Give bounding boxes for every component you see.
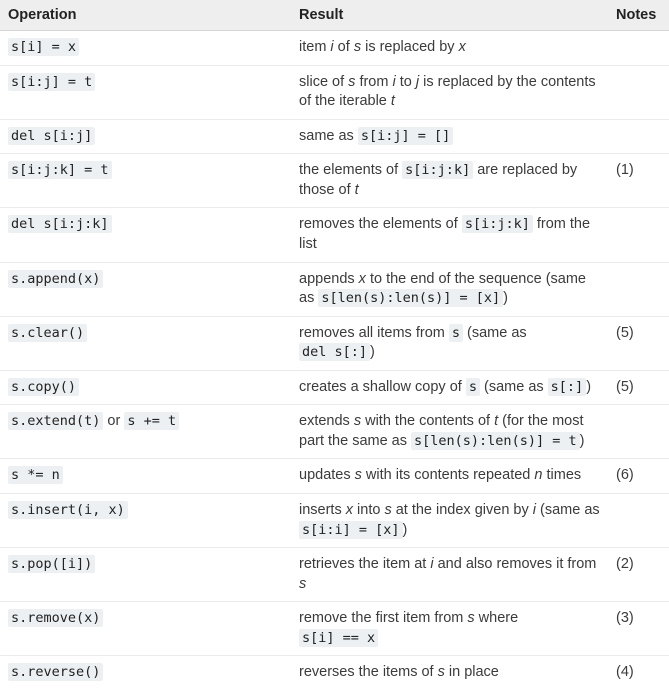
operation-cell: s[i:j:k] = t <box>0 154 291 208</box>
table-row: s.extend(t) or s += textends s with the … <box>0 405 669 459</box>
result-cell: same as s[i:j] = [] <box>291 119 608 154</box>
header-notes: Notes <box>608 0 669 31</box>
table-row: s.remove(x)remove the first item from s … <box>0 602 669 656</box>
result-cell: inserts x into s at the index given by i… <box>291 494 608 548</box>
result-cell: appends x to the end of the sequence (sa… <box>291 262 608 316</box>
operation-cell: s.reverse() <box>0 656 291 690</box>
result-cell: removes all items from s (same as del s[… <box>291 316 608 370</box>
header-operation: Operation <box>0 0 291 31</box>
operation-cell: s.extend(t) or s += t <box>0 405 291 459</box>
operation-cell: s[i:j] = t <box>0 65 291 119</box>
operation-cell: del s[i:j:k] <box>0 208 291 262</box>
notes-cell: (4) <box>608 656 669 690</box>
notes-cell: (2) <box>608 548 669 602</box>
notes-cell: (5) <box>608 316 669 370</box>
table-row: s.pop([i])retrieves the item at i and al… <box>0 548 669 602</box>
operation-cell: s.clear() <box>0 316 291 370</box>
result-cell: item i of s is replaced by x <box>291 31 608 66</box>
result-cell: the elements of s[i:j:k] are replaced by… <box>291 154 608 208</box>
table-row: del s[i:j]same as s[i:j] = [] <box>0 119 669 154</box>
notes-cell: (3) <box>608 602 669 656</box>
operation-cell: s.copy() <box>0 370 291 405</box>
notes-cell <box>608 208 669 262</box>
notes-cell <box>608 405 669 459</box>
table-header-row: Operation Result Notes <box>0 0 669 31</box>
table-row: del s[i:j:k]removes the elements of s[i:… <box>0 208 669 262</box>
table-row: s[i] = xitem i of s is replaced by x <box>0 31 669 66</box>
notes-cell <box>608 65 669 119</box>
result-cell: extends s with the contents of t (for th… <box>291 405 608 459</box>
result-cell: remove the first item from s where s[i] … <box>291 602 608 656</box>
operation-cell: s.append(x) <box>0 262 291 316</box>
operation-cell: del s[i:j] <box>0 119 291 154</box>
result-cell: slice of s from i to j is replaced by th… <box>291 65 608 119</box>
notes-cell: (6) <box>608 459 669 494</box>
header-result: Result <box>291 0 608 31</box>
table-row: s.insert(i, x)inserts x into s at the in… <box>0 494 669 548</box>
operation-cell: s *= n <box>0 459 291 494</box>
table-row: s.clear()removes all items from s (same … <box>0 316 669 370</box>
notes-cell <box>608 119 669 154</box>
operation-cell: s.insert(i, x) <box>0 494 291 548</box>
result-cell: updates s with its contents repeated n t… <box>291 459 608 494</box>
notes-cell <box>608 494 669 548</box>
table-row: s.copy()creates a shallow copy of s (sam… <box>0 370 669 405</box>
mutable-sequence-ops-table: Operation Result Notes s[i] = xitem i of… <box>0 0 669 690</box>
table-row: s[i:j] = tslice of s from i to j is repl… <box>0 65 669 119</box>
result-cell: reverses the items of s in place <box>291 656 608 690</box>
table-row: s.reverse()reverses the items of s in pl… <box>0 656 669 690</box>
operation-cell: s.remove(x) <box>0 602 291 656</box>
table-row: s[i:j:k] = tthe elements of s[i:j:k] are… <box>0 154 669 208</box>
operation-cell: s.pop([i]) <box>0 548 291 602</box>
table-row: s.append(x)appends x to the end of the s… <box>0 262 669 316</box>
table-row: s *= nupdates s with its contents repeat… <box>0 459 669 494</box>
notes-cell <box>608 262 669 316</box>
result-cell: retrieves the item at i and also removes… <box>291 548 608 602</box>
notes-cell <box>608 31 669 66</box>
result-cell: creates a shallow copy of s (same as s[:… <box>291 370 608 405</box>
notes-cell: (5) <box>608 370 669 405</box>
operation-cell: s[i] = x <box>0 31 291 66</box>
result-cell: removes the elements of s[i:j:k] from th… <box>291 208 608 262</box>
notes-cell: (1) <box>608 154 669 208</box>
